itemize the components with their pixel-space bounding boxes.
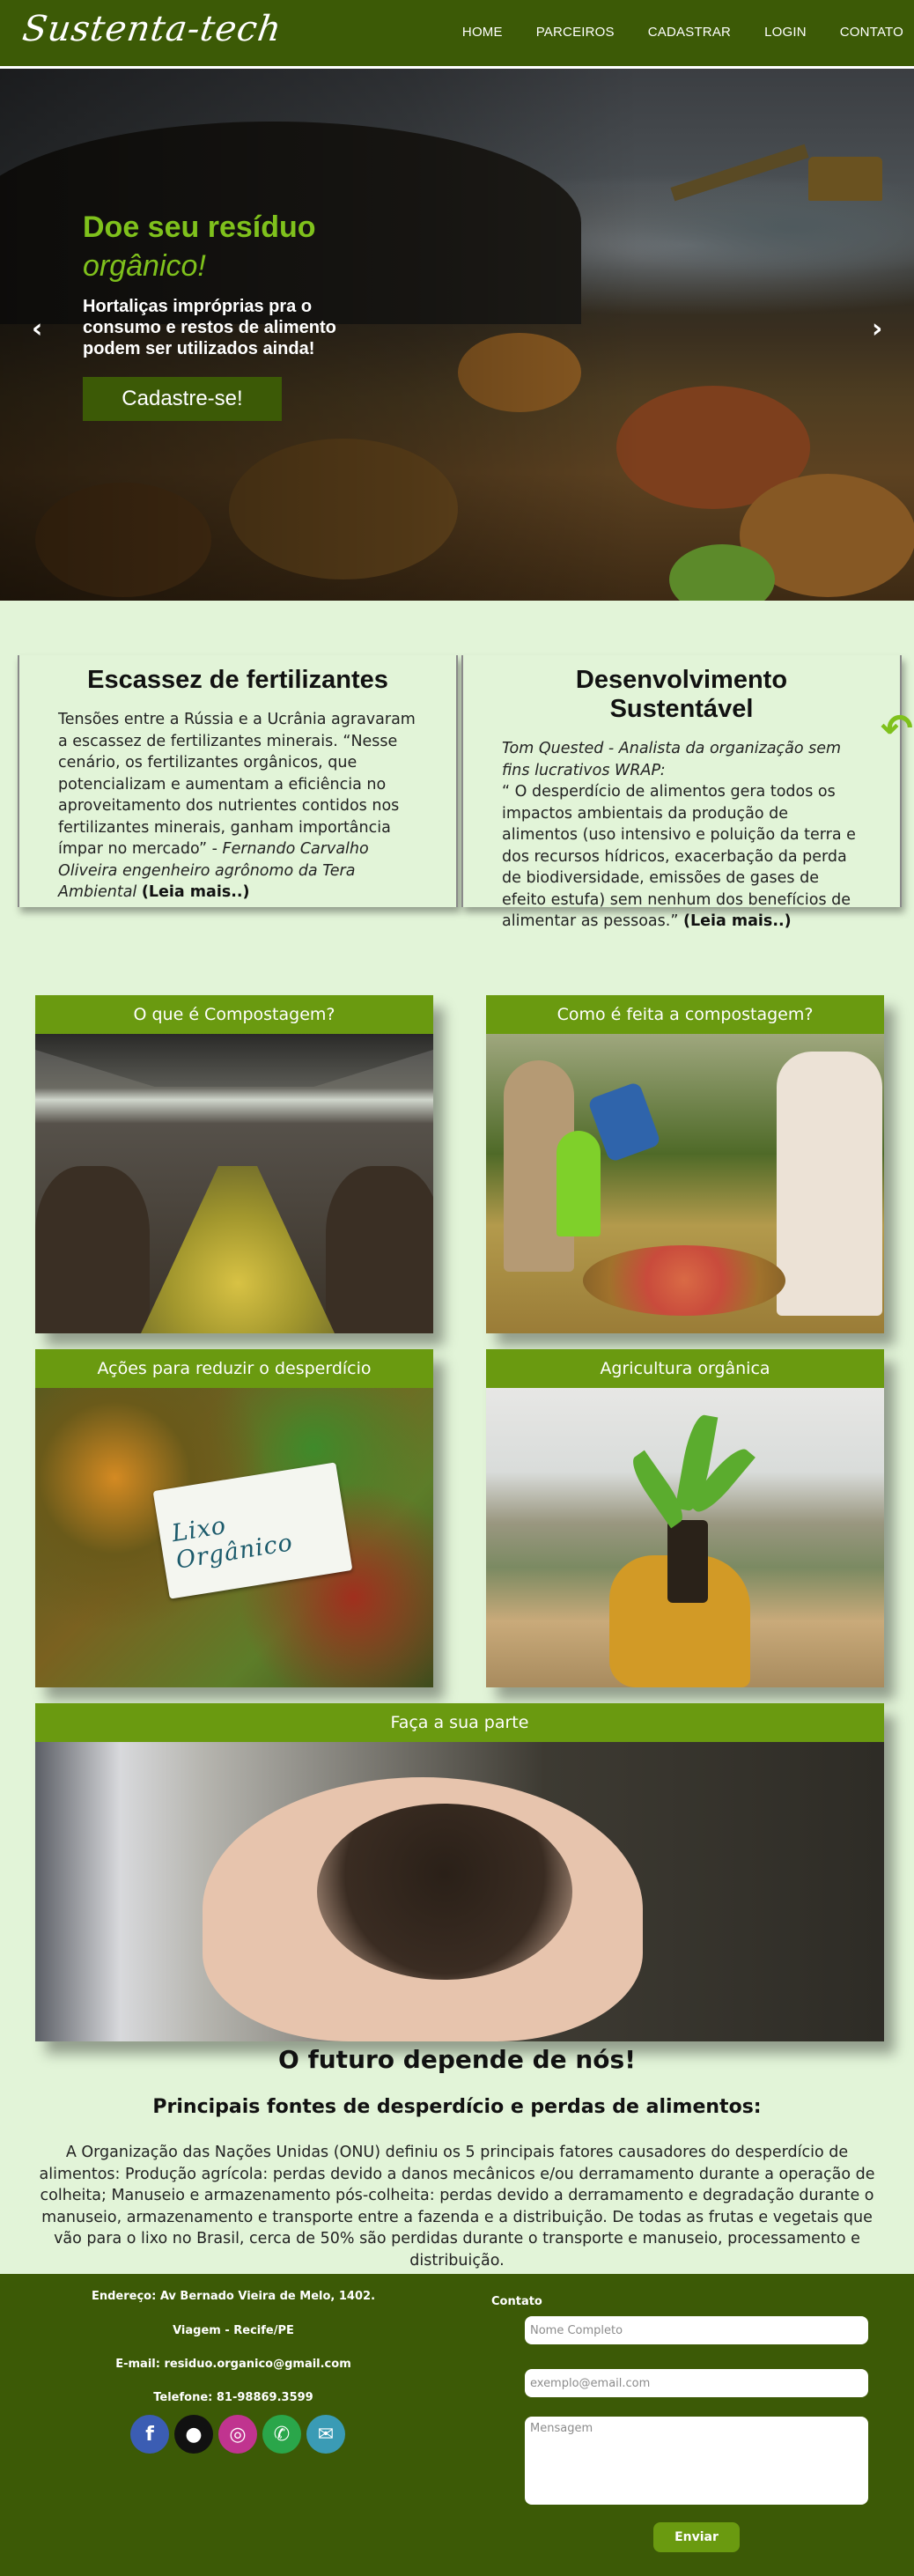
future-subtitle: Principais fontes de desperdício e perda…: [152, 2096, 762, 2118]
tile-faca-sua-parte[interactable]: Faça a sua parte: [35, 1703, 884, 2041]
tile-title: Agricultura orgânica: [486, 1349, 884, 1388]
footer-email: E-mail: residuo.organico@gmail.com: [115, 2358, 351, 2371]
tile-compostagem[interactable]: O que é Compostagem?: [35, 995, 433, 1333]
future-body: A Organização das Nações Unidas (ONU) de…: [39, 2144, 875, 2270]
tile-title: Como é feita a compostagem?: [486, 995, 884, 1034]
handwritten-sign: Lixo Orgânico: [152, 1462, 353, 1599]
register-button[interactable]: Cadastre-se!: [83, 377, 282, 421]
card-title: Escassez de fertilizantes: [87, 666, 388, 694]
name-field[interactable]: [525, 2316, 868, 2344]
card-fertilizantes: Escassez de fertilizantes Tensões entre …: [18, 655, 458, 907]
vegetable-heap: [583, 1245, 785, 1316]
organic-waste-image: Lixo Orgânico: [35, 1388, 433, 1687]
nav-links: HOME PARCEIROS CADASTRAR LOGIN CONTATO: [462, 25, 914, 40]
person-figure: [777, 1052, 882, 1316]
card-text: Tensões entre a Rússia e a Ucrânia agrav…: [58, 711, 416, 858]
hero-subtitle: Hortaliças impróprias pra o consumo e re…: [83, 297, 336, 358]
tile-como-feita[interactable]: Como é feita a compostagem?: [486, 995, 884, 1333]
instagram-icon[interactable]: ◎: [218, 2415, 257, 2454]
navbar: Sustenta-tech HOME PARCEIROS CADASTRAR L…: [0, 0, 914, 69]
card-body: Tensões entre a Rússia e a Ucrânia agrav…: [58, 709, 417, 904]
seedling-image: [486, 1388, 884, 1687]
compost-pile: [141, 1166, 335, 1333]
future-title: O futuro depende de nós!: [278, 2045, 636, 2074]
read-more-link[interactable]: (Leia mais..): [142, 883, 250, 901]
undo-arrow-icon[interactable]: ↶: [881, 706, 913, 751]
soil-handful: [317, 1804, 572, 1980]
nav-parceiros[interactable]: PARCEIROS: [536, 25, 615, 40]
sign-text: Lixo Orgânico: [170, 1511, 295, 1575]
nav-cadastrar[interactable]: CADASTRAR: [648, 25, 731, 40]
composting-people-image: [486, 1034, 884, 1333]
email-field[interactable]: [525, 2369, 868, 2397]
soil-plug: [667, 1520, 708, 1603]
hero-title-line1: Doe seu resíduo: [83, 210, 316, 244]
card-sustentavel: Desenvolvimento Sustentável Tom Quested …: [461, 655, 902, 930]
footer-city: Viagem - Recife/PE: [173, 2324, 294, 2337]
facebook-icon[interactable]: f: [130, 2415, 169, 2454]
tile-title: O que é Compostagem?: [35, 995, 433, 1034]
read-more-link[interactable]: (Leia mais..): [683, 912, 792, 930]
footer-address: Endereço: Av Bernado Vieira de Melo, 140…: [91, 2290, 376, 2303]
social-links: f ● ◎ ✆ ✉: [130, 2415, 345, 2454]
tile-agricultura[interactable]: Agricultura orgânica: [486, 1349, 884, 1687]
compost-row: [326, 1166, 433, 1333]
nav-login[interactable]: LOGIN: [764, 25, 807, 40]
hero-title: Doe seu resíduo orgânico!: [83, 208, 316, 285]
card-title: Desenvolvimento Sustentável: [575, 666, 788, 723]
hands-soil-image: [35, 1742, 884, 2041]
tile-acoes[interactable]: Ações para reduzir o desperdício Lixo Or…: [35, 1349, 433, 1687]
message-field[interactable]: [525, 2417, 868, 2505]
card-body: Tom Quested - Analista da organização se…: [502, 738, 861, 933]
compost-shed-image: [35, 1034, 433, 1333]
hero-title-line2: orgânico!: [83, 249, 206, 283]
chevron-left-icon[interactable]: ‹: [32, 314, 42, 344]
contact-label: Contato: [491, 2295, 542, 2308]
github-icon[interactable]: ●: [174, 2415, 213, 2454]
send-button[interactable]: Enviar: [653, 2522, 740, 2552]
brand-logo[interactable]: Sustenta-tech: [20, 9, 284, 49]
footer: Endereço: Av Bernado Vieira de Melo, 140…: [0, 2274, 914, 2576]
person-figure: [557, 1131, 601, 1236]
compost-row: [35, 1166, 150, 1333]
hero-carousel: Doe seu resíduo orgânico! Hortaliças imp…: [0, 69, 914, 601]
nav-home[interactable]: HOME: [462, 25, 503, 40]
tile-title: Ações para reduzir o desperdício: [35, 1349, 433, 1388]
tile-title: Faça a sua parte: [35, 1703, 884, 1742]
card-author: Tom Quested - Analista da organização se…: [502, 740, 842, 779]
shed-roof: [35, 1034, 433, 1087]
chevron-right-icon[interactable]: ›: [872, 314, 882, 344]
footer-phone: Telefone: 81-98869.3599: [153, 2391, 313, 2404]
mail-icon[interactable]: ✉: [306, 2415, 345, 2454]
nav-contato[interactable]: CONTATO: [840, 25, 903, 40]
card-text: “ O desperdício de alimentos gera todos …: [502, 783, 856, 930]
whatsapp-icon[interactable]: ✆: [262, 2415, 301, 2454]
